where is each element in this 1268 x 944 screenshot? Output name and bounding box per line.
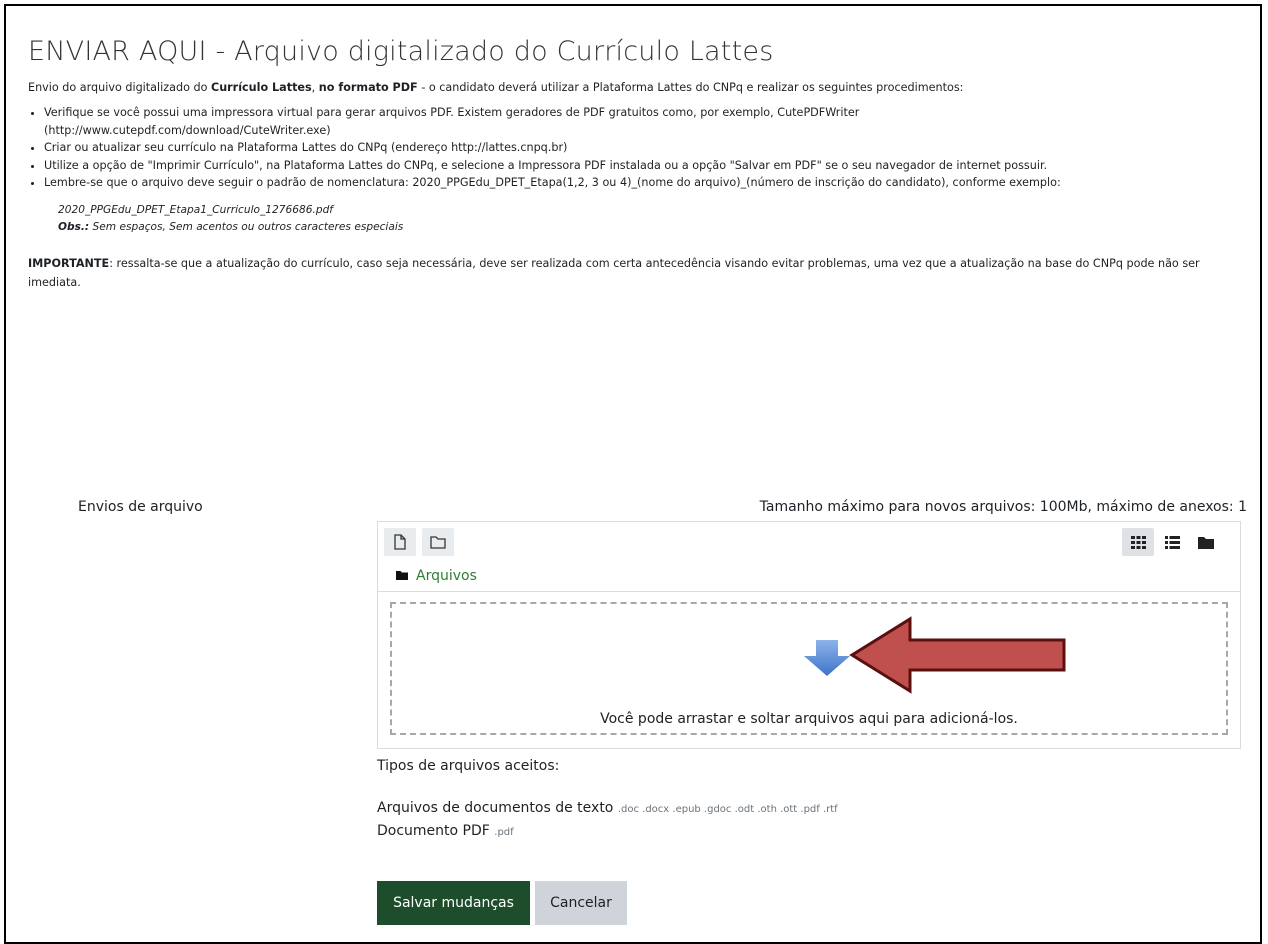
cancel-button[interactable]: Cancelar xyxy=(535,881,627,925)
lattes-link[interactable]: http://lattes.cnpq.br xyxy=(451,141,563,154)
list-item: Lembre-se que o arquivo deve seguir o pa… xyxy=(44,174,1243,192)
folder-icon xyxy=(396,568,408,584)
tree-view-icon xyxy=(1198,536,1214,549)
grid-view-icon xyxy=(1130,535,1146,549)
breadcrumb-arquivos[interactable]: Arquivos xyxy=(416,568,477,584)
create-folder-button[interactable] xyxy=(422,528,454,556)
tree-view-button[interactable] xyxy=(1190,528,1222,556)
accepted-type-row: Documento PDF .pdf xyxy=(377,823,514,839)
list-item: Criar ou atualizar seu currículo na Plat… xyxy=(44,139,1243,157)
assignment-description: ENVIAR AQUI - Arquivo digitalizado do Cu… xyxy=(28,36,1243,292)
drop-zone[interactable]: Você pode arrastar e soltar arquivos aqu… xyxy=(390,602,1228,735)
list-view-icon xyxy=(1164,535,1180,549)
accepted-type-row: Arquivos de documentos de texto .doc .do… xyxy=(377,800,838,816)
list-item: Verifique se você possui uma impressora … xyxy=(44,104,1243,139)
new-folder-icon xyxy=(430,535,446,549)
list-view-button[interactable] xyxy=(1156,528,1188,556)
save-changes-button[interactable]: Salvar mudanças xyxy=(377,881,530,925)
accepted-type-extensions: .doc .docx .epub .gdoc .odt .oth .ott .p… xyxy=(617,804,838,815)
grid-view-button[interactable] xyxy=(1122,528,1154,556)
list-item: Utilize a opção de "Imprimir Currículo",… xyxy=(44,157,1243,175)
instructions-list: Verifique se você possui uma impressora … xyxy=(28,104,1243,192)
accepted-types-label: Tipos de arquivos aceitos: xyxy=(377,758,560,774)
breadcrumb: Arquivos xyxy=(396,568,477,584)
page-title: ENVIAR AQUI - Arquivo digitalizado do Cu… xyxy=(28,36,774,67)
add-file-button[interactable] xyxy=(384,528,416,556)
intro-paragraph: Envio do arquivo digitalizado do Currícu… xyxy=(28,81,964,94)
max-file-info: Tamanho máximo para novos arquivos: 100M… xyxy=(759,499,1247,515)
example-filename: 2020_PPGEdu_DPET_Etapa1_Curriculo_127668… xyxy=(58,203,334,216)
file-submissions-label: Envios de arquivo xyxy=(78,499,203,515)
accepted-type-extensions: .pdf xyxy=(494,827,514,838)
file-picker: Arquivos Você pode arrastar e soltar arq… xyxy=(377,521,1241,749)
breadcrumb-divider xyxy=(378,591,1240,592)
example-obs: Obs.: Sem espaços, Sem acentos ou outros… xyxy=(58,220,404,233)
cutepdf-link[interactable]: (http://www.cutepdf.com/download/CuteWri… xyxy=(44,124,331,137)
important-note: IMPORTANTE: ressalta-se que a atualizaçã… xyxy=(28,256,1200,289)
down-arrow-icon xyxy=(802,638,852,682)
drop-zone-text: Você pode arrastar e soltar arquivos aqu… xyxy=(600,711,1018,727)
annotation-arrow-icon xyxy=(848,616,1068,698)
new-file-icon xyxy=(393,534,407,550)
filename-example: 2020_PPGEdu_DPET_Etapa1_Curriculo_127668… xyxy=(58,202,1243,236)
